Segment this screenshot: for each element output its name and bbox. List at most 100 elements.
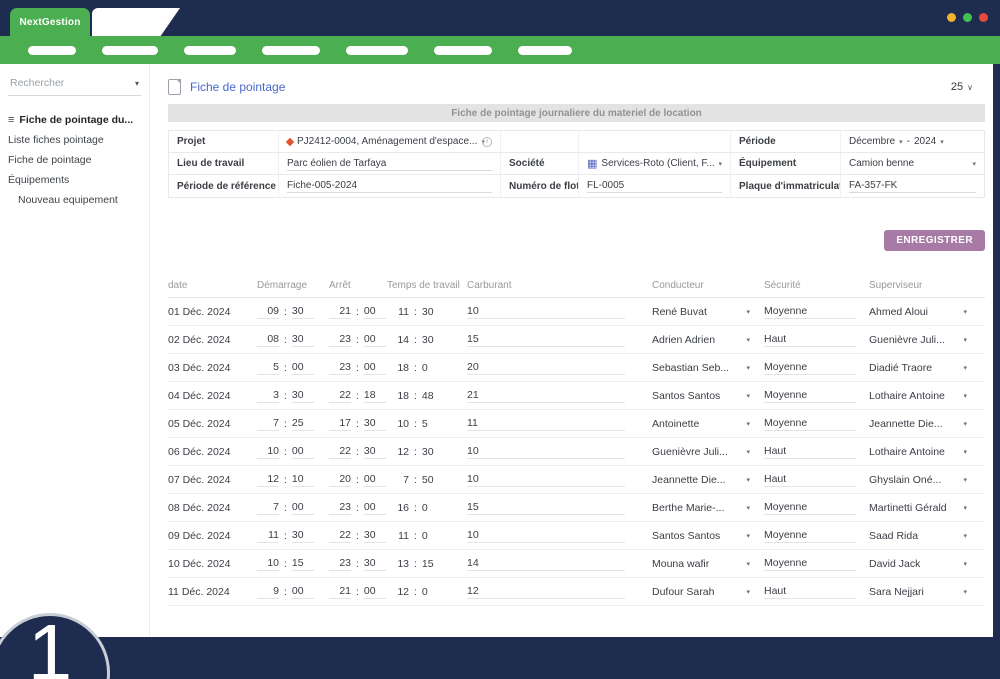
stop-time-hour-input[interactable] xyxy=(329,584,351,599)
start-time-minute-input[interactable] xyxy=(292,444,314,459)
supervisor-select[interactable]: Ahmed Aloui▾ xyxy=(869,306,967,318)
fuel-input[interactable] xyxy=(467,556,625,571)
fuel-input[interactable] xyxy=(467,388,625,403)
stop-time-hour-input[interactable] xyxy=(329,304,351,319)
sidebar-item[interactable]: Équipements xyxy=(0,170,149,190)
stop-time-hour-input[interactable] xyxy=(329,416,351,431)
start-time-hour-input[interactable] xyxy=(257,444,279,459)
year-select[interactable]: 2024 ▾ xyxy=(914,136,944,147)
security-input[interactable] xyxy=(764,388,856,403)
maximize-dot[interactable] xyxy=(963,13,972,22)
fuel-input[interactable] xyxy=(467,332,625,347)
supervisor-select[interactable]: Lothaire Antoine▾ xyxy=(869,390,967,402)
start-time-minute-input[interactable] xyxy=(292,472,314,487)
start-time-minute-input[interactable] xyxy=(292,500,314,515)
start-time-hour-input[interactable] xyxy=(257,584,279,599)
start-time-hour-input[interactable] xyxy=(257,416,279,431)
save-button[interactable]: ENREGISTRER xyxy=(884,230,985,251)
stop-time-hour-input[interactable] xyxy=(329,556,351,571)
start-time-hour-input[interactable] xyxy=(257,556,279,571)
security-input[interactable] xyxy=(764,416,856,431)
fuel-input[interactable] xyxy=(467,528,625,543)
start-time-minute-input[interactable] xyxy=(292,416,314,431)
sidebar-item[interactable]: Fiche de pointage xyxy=(0,150,149,170)
fuel-input[interactable] xyxy=(467,472,625,487)
start-time-hour-input[interactable] xyxy=(257,304,279,319)
app-tab[interactable]: NextGestion xyxy=(10,8,90,36)
start-time-hour-input[interactable] xyxy=(257,500,279,515)
supervisor-select[interactable]: Saad Rida▾ xyxy=(869,530,967,542)
security-input[interactable] xyxy=(764,444,856,459)
start-time-minute-input[interactable] xyxy=(292,332,314,347)
driver-select[interactable]: Mouna wafir▾ xyxy=(652,558,750,570)
stop-time-hour-input[interactable] xyxy=(329,472,351,487)
stop-time-hour-input[interactable] xyxy=(329,332,351,347)
reference-input[interactable] xyxy=(287,179,492,193)
stop-time-hour-input[interactable] xyxy=(329,388,351,403)
start-time-hour-input[interactable] xyxy=(257,332,279,347)
start-time-minute-input[interactable] xyxy=(292,556,314,571)
security-input[interactable] xyxy=(764,584,856,599)
start-time-minute-input[interactable] xyxy=(292,360,314,375)
driver-select[interactable]: Adrien Adrien▾ xyxy=(652,334,750,346)
nav-item-pill[interactable] xyxy=(184,46,236,55)
driver-select[interactable]: Guenièvre Juli...▾ xyxy=(652,446,750,458)
security-input[interactable] xyxy=(764,332,856,347)
company-select[interactable]: ▦ Services-Roto (Client, F... ▾ xyxy=(587,158,722,169)
driver-select[interactable]: Jeannette Die...▾ xyxy=(652,474,750,486)
fuel-input[interactable] xyxy=(467,500,625,515)
plate-input[interactable] xyxy=(849,179,976,193)
security-input[interactable] xyxy=(764,556,856,571)
driver-select[interactable]: René Buvat▾ xyxy=(652,306,750,318)
fuel-input[interactable] xyxy=(467,304,625,319)
start-time-minute-input[interactable] xyxy=(292,528,314,543)
security-input[interactable] xyxy=(764,528,856,543)
info-icon[interactable]: i xyxy=(482,137,492,147)
blank-tab[interactable] xyxy=(92,8,180,36)
driver-select[interactable]: Dufour Sarah▾ xyxy=(652,586,750,598)
nav-item-pill[interactable] xyxy=(28,46,76,55)
fuel-input[interactable] xyxy=(467,360,625,375)
driver-select[interactable]: Sebastian Seb...▾ xyxy=(652,362,750,374)
supervisor-select[interactable]: Martinetti Gérald▾ xyxy=(869,502,967,514)
supervisor-select[interactable]: Lothaire Antoine▾ xyxy=(869,446,967,458)
sidebar-item[interactable]: ≡Fiche de pointage du... xyxy=(0,110,149,130)
start-time-minute-input[interactable] xyxy=(292,584,314,599)
start-time-hour-input[interactable] xyxy=(257,528,279,543)
stop-time-hour-input[interactable] xyxy=(329,360,351,375)
stop-time-hour-input[interactable] xyxy=(329,528,351,543)
stop-time-hour-input[interactable] xyxy=(329,500,351,515)
security-input[interactable] xyxy=(764,360,856,375)
nav-item-pill[interactable] xyxy=(262,46,320,55)
supervisor-select[interactable]: Diadié Traore▾ xyxy=(869,362,967,374)
supervisor-select[interactable]: Guenièvre Juli...▾ xyxy=(869,334,967,346)
minimize-dot[interactable] xyxy=(947,13,956,22)
page-title[interactable]: Fiche de pointage xyxy=(190,80,285,94)
stop-time-hour-input[interactable] xyxy=(329,444,351,459)
start-time-hour-input[interactable] xyxy=(257,388,279,403)
supervisor-select[interactable]: David Jack▾ xyxy=(869,558,967,570)
fuel-input[interactable] xyxy=(467,584,625,599)
month-select[interactable]: Décembre ▾ xyxy=(849,136,903,147)
sidebar-item[interactable]: Liste fiches pointage xyxy=(0,130,149,150)
security-input[interactable] xyxy=(764,472,856,487)
driver-select[interactable]: Berthe Marie-...▾ xyxy=(652,502,750,514)
fuel-input[interactable] xyxy=(467,444,625,459)
sidebar-item[interactable]: Nouveau equipement xyxy=(0,190,149,210)
nav-item-pill[interactable] xyxy=(102,46,158,55)
nav-item-pill[interactable] xyxy=(518,46,572,55)
equipment-select[interactable]: Camion benne ▾ xyxy=(849,158,976,169)
close-dot[interactable] xyxy=(979,13,988,22)
supervisor-select[interactable]: Sara Nejjari▾ xyxy=(869,586,967,598)
start-time-minute-input[interactable] xyxy=(292,388,314,403)
supervisor-select[interactable]: Jeannette Die...▾ xyxy=(869,418,967,430)
page-size-select[interactable]: 25 ∨ xyxy=(951,81,973,93)
driver-select[interactable]: Santos Santos▾ xyxy=(652,390,750,402)
nav-item-pill[interactable] xyxy=(346,46,408,55)
start-time-minute-input[interactable] xyxy=(292,304,314,319)
fuel-input[interactable] xyxy=(467,416,625,431)
supervisor-select[interactable]: Ghyslain Oné...▾ xyxy=(869,474,967,486)
driver-select[interactable]: Santos Santos▾ xyxy=(652,530,750,542)
fleet-number-input[interactable] xyxy=(587,179,722,193)
start-time-hour-input[interactable] xyxy=(257,472,279,487)
